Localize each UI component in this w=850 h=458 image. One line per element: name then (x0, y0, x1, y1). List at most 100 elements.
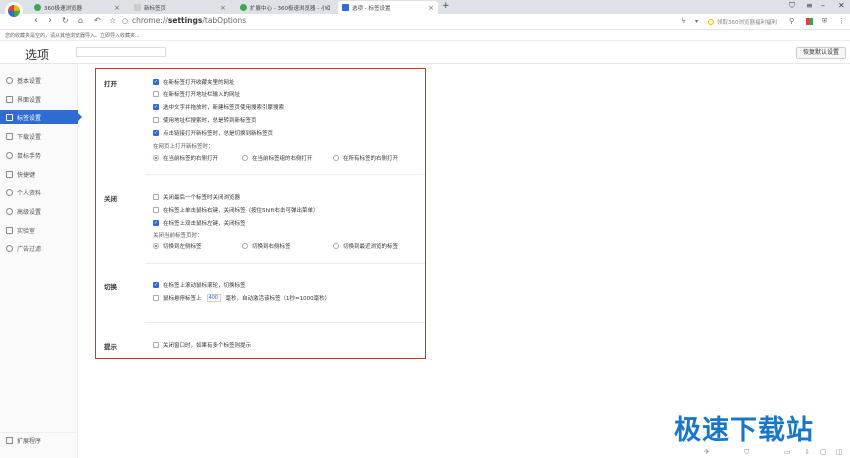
checkbox[interactable] (153, 342, 159, 348)
close-window-icon[interactable]: ✕ (838, 1, 845, 10)
radio[interactable] (153, 243, 159, 249)
tab-label: 扩展中心 - 360极速浏览器 - 小工具 (250, 5, 330, 12)
new-tab-button[interactable]: + (442, 1, 450, 11)
sidebar-item-extensions[interactable]: 扩展程序 (0, 432, 78, 448)
checkbox-row[interactable]: ✓ 在标签上双击鼠标左键，关闭标签 (153, 219, 246, 227)
reset-defaults-button[interactable]: 恢复默认设置 (795, 47, 846, 59)
sidebar-item-download[interactable]: 下载设置 (0, 129, 78, 143)
checkbox[interactable] (153, 295, 159, 301)
undo-icon[interactable]: ↶ (94, 16, 101, 25)
back-icon[interactable]: ‹ (34, 15, 38, 26)
reload-icon[interactable]: ↻ (62, 16, 69, 25)
browser-logo-icon[interactable] (5, 2, 23, 20)
tab-favicon-icon (342, 4, 349, 11)
radio-label: 切换到左侧标签 (163, 244, 202, 250)
radio-row[interactable]: 切换到右侧标签 (242, 242, 291, 250)
checkbox[interactable]: ✓ (153, 130, 159, 136)
section-label-switch: 切换 (104, 283, 117, 291)
radio[interactable] (242, 243, 248, 249)
sidebar-item-tabs[interactable]: 标签设置 (0, 110, 82, 124)
menu-icon[interactable]: ≡ (806, 1, 813, 10)
checkbox-row[interactable]: 使用地址栏搜索时，总是转到新标签页 (153, 116, 257, 124)
checkbox-row[interactable]: ✓ 点击链接打开新标签时，总是切换到新标签页 (153, 129, 273, 137)
minimize-icon[interactable]: – (821, 1, 825, 10)
page-icon: ○ (122, 17, 129, 25)
settings-search-input[interactable] (76, 47, 166, 57)
bookmark-bar: 您的收藏夹是空的，请从其他浏览器导入。立即导入收藏夹... (0, 30, 850, 41)
bookmark-notice[interactable]: 您的收藏夹是空的，请从其他浏览器导入。立即导入收藏夹... (5, 33, 140, 39)
home-icon (6, 76, 13, 84)
status-icon[interactable]: ▭ (784, 448, 791, 456)
radio-row[interactable]: 在当前标签组的右侧打开 (242, 154, 313, 162)
sidebar-item-basic[interactable]: 基本设置 (0, 73, 78, 87)
radio-row[interactable]: 切换到左侧标签 (153, 242, 202, 250)
checkbox-label: 在标签上单击鼠标右键，关闭标签（按住Shift右击可弹出菜单） (163, 208, 319, 214)
tab-label: 新标签页 (144, 5, 167, 12)
sidebar-item-shortcuts[interactable]: 快捷键 (0, 167, 78, 181)
tab-options[interactable]: 选项 - 标签设置 × (338, 1, 438, 14)
checkbox[interactable] (153, 207, 159, 213)
status-icon[interactable]: ⛉ (744, 448, 749, 457)
checkbox-row[interactable]: 关闭最后一个标签时关闭浏览器 (153, 193, 240, 201)
tab-close-icon[interactable]: × (114, 4, 120, 12)
search-icon[interactable]: ⚲ (789, 17, 794, 25)
active-arrow (78, 113, 82, 121)
sidebar-item-adblock[interactable]: 广告过滤 (0, 241, 78, 255)
url-field[interactable]: chrome://settings/tabOptions (132, 16, 246, 25)
status-icon[interactable]: ◫ (836, 448, 843, 456)
tab-close-icon[interactable]: × (324, 4, 330, 12)
sidebar-item-interface[interactable]: 界面设置 (0, 92, 78, 106)
lightning-icon[interactable]: ϟ (681, 17, 686, 25)
checkbox[interactable]: ✓ (153, 104, 159, 110)
checkbox-row[interactable]: ✓ 在新标签打开收藏夹里的网址 (153, 78, 235, 86)
checkbox-row[interactable]: 在新标签打开地址栏输入的网址 (153, 90, 240, 98)
right-search-input[interactable]: 领取360浏览器福利福利 (717, 18, 777, 26)
checkbox[interactable]: ✓ (153, 79, 159, 85)
user-icon (6, 188, 13, 196)
status-bar: ✈ ⛉ ▭ ⇩ ▢ ◫ (700, 448, 850, 458)
tab-close-icon[interactable]: × (220, 4, 226, 12)
checkbox-row[interactable]: 关闭窗口时，如果有多个标签则提示 (153, 341, 251, 349)
radio[interactable] (242, 155, 248, 161)
checkbox-label: 在标签上滚动鼠标滚轮，切换标签 (163, 283, 246, 289)
checkbox[interactable]: ✓ (153, 282, 159, 288)
sidebar-item-profile[interactable]: 个人资料 (0, 185, 78, 199)
tab-bar: 360极速浏览器 × 新标签页 × 扩展中心 - 360极速浏览器 - 小工具 … (0, 0, 850, 20)
tab-close-icon[interactable]: × (428, 4, 434, 12)
checkbox-row[interactable]: ✓ 在标签上滚动鼠标滚轮，切换标签 (153, 281, 246, 289)
user-menu-icon[interactable]: ⋮ (838, 17, 845, 25)
section-divider (145, 322, 425, 323)
radio[interactable] (333, 243, 339, 249)
checkbox[interactable] (153, 117, 159, 123)
radio-row[interactable]: 在所有标签的右侧打开 (333, 154, 398, 162)
star-icon[interactable]: ☆ (109, 16, 116, 25)
home-icon[interactable]: ⌂ (78, 16, 83, 25)
tab-favicon-icon (34, 4, 41, 11)
status-icon[interactable]: ✈ (704, 448, 710, 456)
radio[interactable] (333, 155, 339, 161)
shirt-icon[interactable]: ⛉ (789, 1, 795, 11)
sidebar-item-gesture[interactable]: 鼠标手势 (0, 148, 78, 162)
apps-icon[interactable] (806, 18, 813, 25)
checkbox-row[interactable]: ✓ 选中文字并拖放时，新建标签页使用搜索引擎搜索 (153, 103, 284, 111)
tab-extensions[interactable]: 扩展中心 - 360极速浏览器 - 小工具 × (236, 1, 334, 14)
checkbox-row[interactable]: 在标签上单击鼠标右键，关闭标签（按住Shift右击可弹出菜单） (153, 206, 319, 214)
radio-row[interactable]: 切换到最近浏览的标签 (333, 242, 398, 250)
shield-icon[interactable]: ⛨ (822, 17, 827, 26)
checkbox[interactable] (153, 91, 159, 97)
dropdown-icon[interactable]: ▾ (695, 18, 698, 25)
checkbox[interactable]: ✓ (153, 220, 159, 226)
radio-row[interactable]: 在当前标签的右侧打开 (153, 154, 218, 162)
checkbox[interactable] (153, 194, 159, 200)
tab-newtab[interactable]: 新标签页 × (130, 1, 230, 14)
status-icon[interactable]: ⇩ (804, 448, 810, 456)
radio[interactable] (153, 155, 159, 161)
sidebar-item-label: 界面设置 (17, 96, 42, 104)
tab-360[interactable]: 360极速浏览器 × (30, 1, 124, 14)
hover-delay-input[interactable]: 400 (206, 294, 221, 302)
sidebar-item-lab[interactable]: 实验室 (0, 223, 78, 237)
forward-icon[interactable]: › (48, 15, 52, 26)
sidebar-item-advanced[interactable]: 高级设置 (0, 204, 78, 218)
status-icon[interactable]: ▢ (820, 448, 827, 456)
hover-activate-row[interactable]: 鼠标悬停标签上 400 毫秒，自动激活该标签（1秒=1000毫秒） (153, 294, 330, 302)
